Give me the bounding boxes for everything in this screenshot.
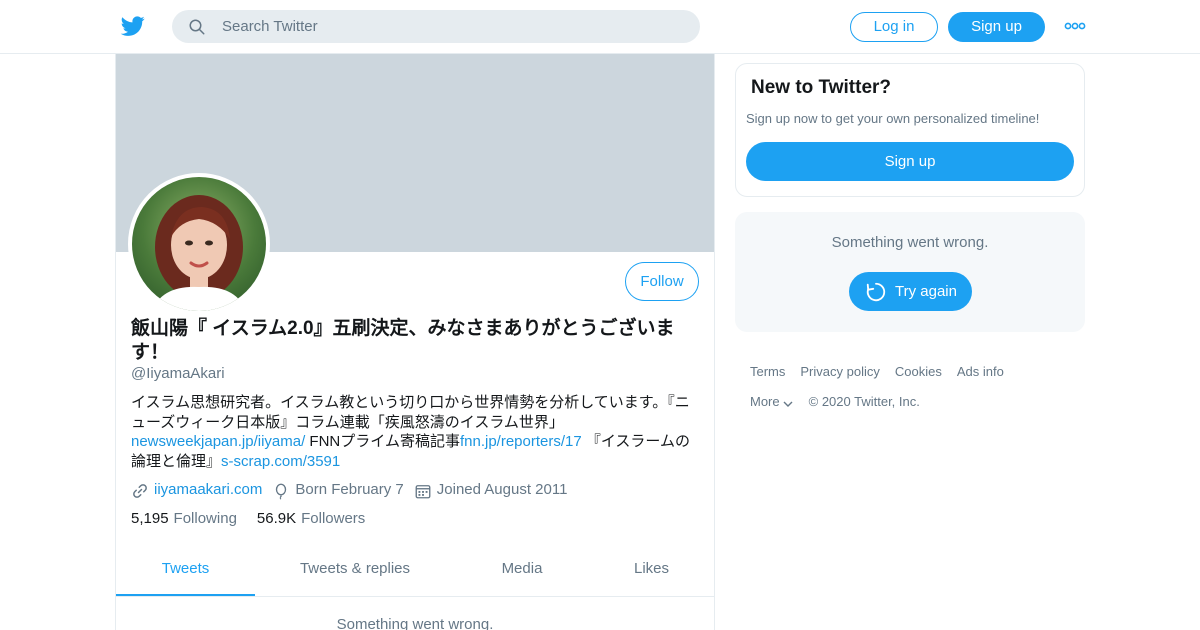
new-to-twitter-card: New to Twitter? Sign up now to get your … — [735, 63, 1085, 197]
balloon-icon — [276, 483, 287, 500]
joined-text: Joined August 2011 — [436, 480, 568, 498]
tab-likes[interactable]: Likes — [589, 547, 714, 596]
bio-text: イスラム思想研究者。イスラム教という切り口から世界情勢を分析しています。『ニュー… — [131, 394, 690, 431]
chevron-down-icon — [783, 401, 793, 407]
tab-tweets-and-replies[interactable]: Tweets & replies — [255, 547, 455, 596]
followers-number: 56.9K — [256, 510, 297, 527]
try-again-button[interactable]: Try again — [849, 272, 972, 311]
bio-link-newsweek[interactable]: newsweekjapan.jp/iiyama/ — [131, 433, 305, 450]
avatar[interactable] — [128, 173, 270, 315]
following-label: Following — [173, 510, 237, 527]
birthday-text: Born February 7 — [295, 480, 404, 498]
avatar-photo — [132, 177, 266, 311]
tab-tweets[interactable]: Tweets — [116, 547, 255, 596]
profile-display-name: 飯山陽『 イスラム2.0』五刷決定、みなさまありがとうございます！ — [131, 318, 675, 363]
login-button[interactable]: Log in — [850, 12, 938, 42]
new-to-twitter-title: New to Twitter? — [751, 77, 892, 98]
footer-privacy-link[interactable]: Privacy policy — [800, 363, 879, 381]
website-item: iiyamaakari.com — [131, 479, 262, 500]
more-options-icon[interactable] — [1064, 22, 1086, 30]
top-bar: Log in Sign up — [0, 0, 1200, 54]
sidebar-signup-button[interactable]: Sign up — [746, 142, 1074, 181]
profile-tabs: Tweets Tweets & replies Media Likes — [116, 547, 714, 597]
footer-copyright: © 2020 Twitter, Inc. — [808, 394, 920, 409]
calendar-icon — [415, 484, 431, 498]
try-again-label: Try again — [895, 283, 957, 300]
sidebar-error-text: Something went wrong. — [831, 234, 989, 251]
followers-label: Followers — [301, 510, 366, 527]
joined-item: Joined August 2011 — [414, 479, 568, 500]
profile-column: Follow 飯山陽『 イスラム2.0』五刷決定、みなさまありがとうございます！… — [115, 54, 715, 630]
follow-button[interactable]: Follow — [625, 262, 699, 301]
profile-bio: イスラム思想研究者。イスラム教という切り口から世界情勢を分析しています。『ニュー… — [131, 393, 691, 471]
footer-terms-link[interactable]: Terms — [750, 363, 785, 381]
website-link[interactable]: iiyamaakari.com — [154, 481, 262, 498]
new-to-twitter-subtitle: Sign up now to get your own personalized… — [746, 111, 1040, 126]
footer-ads-link[interactable]: Ads info — [957, 363, 1004, 381]
search-icon — [189, 19, 205, 35]
bio-link-fnn[interactable]: fnn.jp/reporters/17 — [460, 433, 582, 450]
footer-cookies-link[interactable]: Cookies — [895, 363, 942, 381]
signup-button[interactable]: Sign up — [948, 12, 1045, 42]
birthday-item: Born February 7 — [272, 479, 404, 500]
profile-handle[interactable]: @IiyamaAkari — [131, 365, 225, 382]
footer-more-link[interactable]: More — [750, 393, 794, 411]
sidebar-error-card: Something went wrong. Try again — [735, 212, 1085, 332]
search-bar — [172, 10, 700, 43]
footer-more-label: More — [750, 394, 780, 409]
link-icon — [133, 483, 147, 498]
following-number: 5,195 — [131, 510, 169, 527]
twitter-logo-icon[interactable] — [120, 14, 146, 38]
search-input[interactable] — [222, 10, 682, 43]
bio-link-sscrap[interactable]: s-scrap.com/3591 — [221, 453, 340, 470]
tab-media[interactable]: Media — [455, 547, 589, 596]
followers-count[interactable]: 56.9K Followers — [257, 510, 365, 527]
following-count[interactable]: 5,195 Following — [131, 510, 237, 527]
refresh-icon — [866, 282, 886, 302]
follow-counts: 5,195 Following 56.9K Followers — [131, 510, 385, 527]
profile-meta: iiyamaakari.com Born February 7 Joined A… — [131, 479, 577, 500]
sidebar-footer: Terms Privacy policy Cookies Ads info Mo… — [750, 363, 1080, 423]
timeline-error-text: Something went wrong. — [336, 616, 494, 630]
bio-text: FNNプライム寄稿記事 — [305, 433, 460, 450]
